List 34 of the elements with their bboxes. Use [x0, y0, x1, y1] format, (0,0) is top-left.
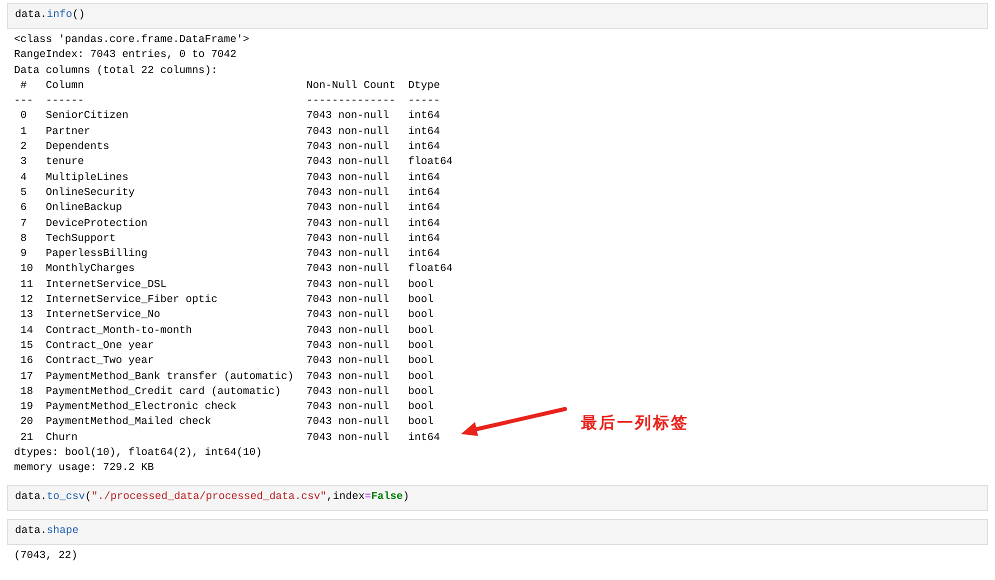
output-line: Data columns (total 22 columns): [14, 64, 218, 79]
output-line: --- ------ -------------- ----- [14, 94, 440, 110]
code-cell[interactable]: data.to_csv("./processed_data/processed_data.csv",index=False) [7, 484, 988, 511]
table-row-text: 15 Contract_One year 7043 non-null bool [19, 338, 434, 354]
table-row-text: 11 InternetService_DSL 7043 non-null bool [19, 278, 434, 293]
table-row-text: 7 DeviceProtection 7043 non-null int64 [19, 216, 440, 232]
table-row-text: 2 Dependents 7043 non-null int64 [19, 140, 440, 156]
code-cell[interactable]: data.info() [7, 3, 988, 29]
table-row-text: 20 PaymentMethod_Mailed check 7043 non-null bool [19, 415, 434, 430]
table-row-text: 0 SeniorCitizen 7043 non-null int64 [19, 109, 440, 124]
output-line: RangeIndex: 7043 entries, 0 to 7042 [14, 48, 237, 64]
table-row-text: 10 MonthlyCharges 7043 non-null float64 [19, 262, 453, 278]
table-row-text: 5 OnlineSecurity 7043 non-null int64 [19, 186, 440, 201]
table-row-text: # Column Non-Null Count Dtype [19, 78, 440, 94]
table-row-text: 13 InternetService_No 7043 non-null bool [19, 308, 434, 324]
annotation-text: 最后一列标签 [581, 412, 689, 434]
table-row-text: 3 tenure 7043 non-null float64 [19, 155, 453, 170]
table-row-text: 16 Contract_Two year 7043 non-null bool [19, 354, 434, 370]
table-row-text: 21 Churn 7043 non-null int64 [19, 430, 440, 446]
table-row-text: 18 PaymentMethod_Credit card (automatic) 7043 non-null bool [19, 384, 434, 400]
table-row-text: 14 Contract_Month-to-month 7043 non-null bool [19, 324, 434, 339]
table-row-text: 6 OnlineBackup 7043 non-null int64 [19, 201, 440, 216]
code-cell[interactable]: data.shape [7, 518, 988, 545]
table-row-text: 17 PaymentMethod_Bank transfer (automatic) 7043 non-null bool [19, 370, 434, 385]
table-row-text: 1 Partner 7043 non-null int64 [19, 124, 440, 140]
table-row-text: 12 InternetService_Fiber optic 7043 non-null bool [19, 293, 434, 308]
table-row-text: 4 MultipleLines 7043 non-null int64 [19, 170, 440, 186]
output-line: memory usage: 729.2 KB [14, 461, 154, 476]
table-row-text: 19 PaymentMethod_Electronic check 7043 non-null bool [19, 400, 434, 416]
output-line: dtypes: bool(10), float64(2), int64(10) [14, 446, 262, 462]
table-row-text: 8 TechSupport 7043 non-null int64 [19, 232, 440, 247]
table-row-text: 9 PaperlessBilling 7043 non-null int64 [19, 247, 440, 262]
output-line: <class 'pandas.core.frame.DataFrame'> [14, 33, 250, 48]
output-line: (7043, 22) [14, 548, 78, 564]
